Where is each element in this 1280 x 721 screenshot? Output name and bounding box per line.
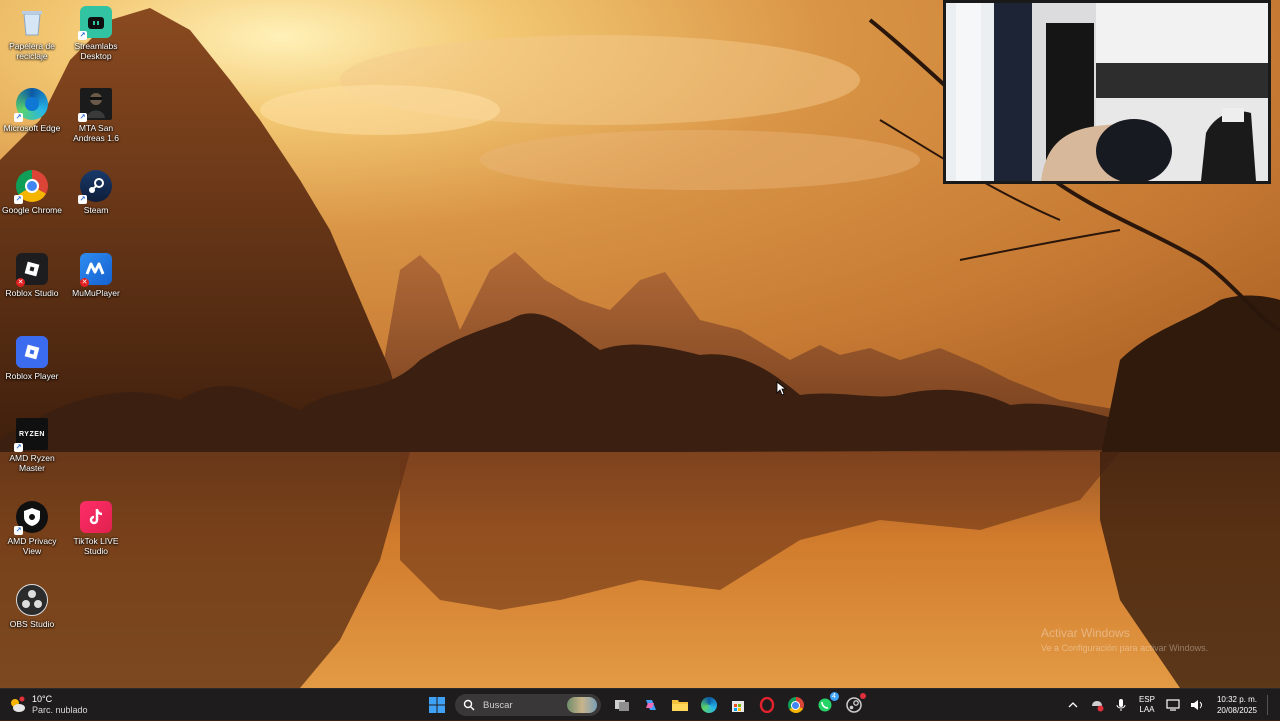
streamlabs-icon: ↗ xyxy=(78,6,112,40)
chrome-icon xyxy=(787,697,804,713)
file-explorer-icon xyxy=(671,700,688,711)
start-icon xyxy=(428,697,445,713)
desktop-icon-label: MuMuPlayer xyxy=(72,288,120,298)
system-tray: ESP LAA 10:32 p. m. 20/08/2025 xyxy=(1061,689,1280,721)
mta-icon: ↗ xyxy=(78,88,112,122)
mouse-pointer-icon xyxy=(776,381,786,396)
weather-condition: Parc. nublado xyxy=(32,705,88,715)
taskbar-center: Buscar 4 xyxy=(422,689,868,721)
steam-taskbar-button[interactable] xyxy=(842,693,866,717)
steam-icon: ↗ xyxy=(78,170,112,204)
partly-cloudy-icon xyxy=(8,696,26,714)
roblox-player-icon xyxy=(16,336,48,368)
keyboard-layout: LAA xyxy=(1139,705,1155,714)
desktop-icon-label: Google Chrome xyxy=(1,205,62,215)
task-view-icon xyxy=(614,700,629,711)
desktop-icon-mumu[interactable]: ✕ MuMuPlayer xyxy=(64,253,128,298)
mumu-icon: ✕ xyxy=(80,253,112,287)
desktop-icon-mta[interactable]: ↗ MTA San Andreas 1.6 xyxy=(64,88,128,143)
obs-icon xyxy=(16,584,48,616)
desktop-icon-amd-ryzen[interactable]: RYZEN ↗ AMD Ryzen Master xyxy=(0,418,64,473)
opera-button[interactable] xyxy=(755,693,779,717)
clock-time: 10:32 p. m. xyxy=(1216,695,1257,704)
taskbar-clock[interactable]: 10:32 p. m. 20/08/2025 xyxy=(1217,694,1257,716)
desktop-icon-streamlabs[interactable]: ↗ Streamlabs Desktop xyxy=(64,6,128,61)
weather-widget[interactable]: 10°C Parc. nublado xyxy=(8,692,88,718)
amd-ryzen-icon: RYZEN ↗ xyxy=(14,418,48,452)
desktop-icon-label: TikTok LIVE Studio xyxy=(73,536,119,556)
chevron-up-icon xyxy=(1068,702,1078,708)
webcam-overlay xyxy=(943,0,1271,184)
desktop-icon-amd-privacy[interactable]: ↗ AMD Privacy View xyxy=(0,501,64,556)
desktop-icon-label: MTA San Andreas 1.6 xyxy=(73,123,119,143)
desktop-icon-steam[interactable]: ↗ Steam xyxy=(64,170,128,215)
desktop-icon-label: AMD Privacy View xyxy=(7,536,57,556)
opera-icon xyxy=(759,697,774,713)
copilot-icon xyxy=(645,700,656,710)
activation-watermark: Activar Windows Ve a Configuración para … xyxy=(1041,626,1208,653)
store-icon xyxy=(731,701,744,712)
volume-icon xyxy=(1190,700,1202,710)
search-placeholder: Buscar xyxy=(483,699,513,711)
watermark-title: Activar Windows xyxy=(1041,626,1130,640)
desktop-icon-roblox-studio[interactable]: ✕ Roblox Studio xyxy=(0,253,64,298)
weather-temp: 10°C xyxy=(32,694,53,704)
desktop-icon-label: OBS Studio xyxy=(9,619,55,629)
start-button[interactable] xyxy=(425,693,449,717)
desktop-icon-label: Streamlabs Desktop xyxy=(74,41,118,61)
search-input[interactable]: Buscar xyxy=(455,694,601,716)
desktop-icon-tiktok[interactable]: TikTok LIVE Studio xyxy=(64,501,128,556)
recycle-bin-icon xyxy=(16,6,48,38)
desktop-icon-roblox-player[interactable]: Roblox Player xyxy=(0,336,64,381)
security-tray-button[interactable] xyxy=(1089,697,1105,713)
file-explorer-button[interactable] xyxy=(668,693,692,717)
search-highlight-image xyxy=(567,697,597,713)
edge-taskbar-button[interactable] xyxy=(697,693,721,717)
search-icon xyxy=(463,699,475,711)
network-icon xyxy=(1166,699,1180,711)
desktop-icon-label: AMD Ryzen Master xyxy=(9,453,55,473)
steam-icon xyxy=(845,697,862,713)
desktop-icon-chrome[interactable]: ↗ Google Chrome xyxy=(0,170,64,215)
store-button[interactable] xyxy=(726,693,750,717)
desktop-icon-obs[interactable]: OBS Studio xyxy=(0,584,64,629)
desktop-icon-label: Microsoft Edge xyxy=(3,123,61,133)
task-view-button[interactable] xyxy=(610,693,634,717)
edge-icon: ↗ xyxy=(14,88,48,122)
taskbar: 10°C Parc. nublado Buscar 4 ESP LAA 10:3… xyxy=(0,688,1280,720)
network-tray-button[interactable] xyxy=(1165,697,1181,713)
whatsapp-button[interactable]: 4 xyxy=(813,692,839,717)
microphone-tray-button[interactable] xyxy=(1113,697,1129,713)
edge-icon xyxy=(700,697,717,713)
desktop-icon-recycle-bin[interactable]: Papelera de reciclaje xyxy=(0,6,64,61)
roblox-studio-icon: ✕ xyxy=(16,253,48,287)
chrome-icon: ↗ xyxy=(14,170,48,204)
volume-tray-button[interactable] xyxy=(1189,697,1205,713)
tiktok-icon xyxy=(80,501,112,533)
amd-privacy-icon: ↗ xyxy=(14,501,48,535)
watermark-subtitle: Ve a Configuración para activar Windows. xyxy=(1041,643,1209,653)
desktop-icon-label: Papelera de reciclaje xyxy=(9,41,55,61)
desktop-icon-edge[interactable]: ↗ Microsoft Edge xyxy=(0,88,64,133)
whatsapp-badge: 4 xyxy=(829,692,839,701)
copilot-button[interactable] xyxy=(639,693,663,717)
security-icon xyxy=(1091,701,1104,712)
desktop-icon-label: Roblox Player xyxy=(5,371,59,381)
show-hidden-icons-button[interactable] xyxy=(1065,697,1081,713)
steam-notification-dot xyxy=(859,693,866,699)
desktop-icon-label: Steam xyxy=(83,205,109,215)
desktop-icon-label: Roblox Studio xyxy=(5,288,59,298)
chrome-taskbar-button[interactable] xyxy=(784,693,808,717)
language-code: ESP xyxy=(1138,695,1155,704)
language-indicator[interactable]: ESP LAA xyxy=(1139,695,1155,715)
microphone-icon xyxy=(1116,699,1126,711)
show-desktop-button[interactable] xyxy=(1267,695,1278,715)
clock-date: 20/08/2025 xyxy=(1216,706,1257,715)
